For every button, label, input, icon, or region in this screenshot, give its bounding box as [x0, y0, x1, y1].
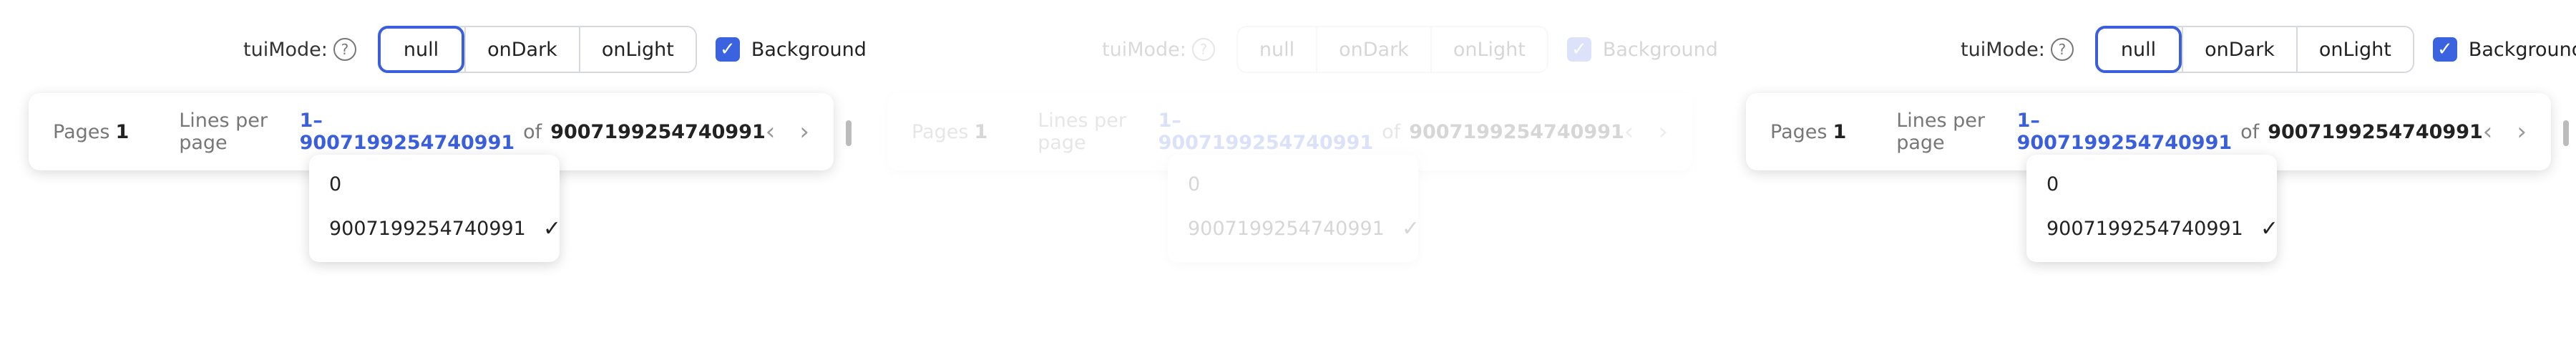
background-label: Background [1602, 38, 1718, 61]
segment-onlight[interactable]: onLight [578, 27, 696, 72]
total-count: 9007199254740991 [1409, 120, 1624, 143]
of-label: of [1382, 120, 1401, 143]
mode-segmented-control: null onDark onLight [2094, 26, 2414, 73]
mode-segmented-control: null onDark onLight [1236, 26, 1548, 73]
background-label: Background [2468, 38, 2576, 61]
background-checkbox[interactable]: ✓ [715, 37, 740, 62]
segment-null[interactable]: null [2094, 26, 2182, 73]
dropdown-option-label: 0 [329, 173, 342, 195]
lines-per-page-label: Lines per page [1896, 110, 1986, 154]
segment-ondark[interactable]: onDark [1316, 27, 1430, 72]
background-toggle[interactable]: ✓ Background [2432, 37, 2576, 62]
dropdown-option-max[interactable]: 9007199254740991 ✓ [309, 206, 561, 251]
lines-range-select[interactable]: 1–9007199254740991 [2017, 110, 2233, 154]
lines-dropdown: 0 9007199254740991 ✓ [1168, 155, 1420, 262]
chevron-left-icon[interactable]: ‹ [766, 117, 776, 146]
tuimode-label: tuiMode: [1102, 38, 1186, 61]
mode-segmented-control: null onDark onLight [377, 26, 697, 73]
background-checkbox[interactable]: ✓ [2432, 37, 2457, 62]
background-label: Background [751, 38, 867, 61]
dropdown-option-max[interactable]: 9007199254740991 ✓ [1168, 206, 1420, 251]
help-icon[interactable]: ? [2050, 38, 2074, 61]
lines-per-page-label: Lines per page [1038, 110, 1127, 154]
page-nav: ‹ › [1624, 117, 1668, 146]
help-icon[interactable]: ? [333, 38, 356, 61]
segment-null[interactable]: null [377, 26, 465, 73]
segment-ondark[interactable]: onDark [464, 27, 579, 72]
lines-range-select[interactable]: 1–9007199254740991 [300, 110, 515, 154]
pages-value: 1 [1833, 120, 1847, 143]
check-icon: ✓ [2260, 216, 2278, 241]
pages-label: Pages [53, 120, 110, 143]
mode-toolbar: tuiMode: ? null onDark onLight ✓ Backgro… [243, 26, 867, 73]
dropdown-option-0[interactable]: 0 [1168, 162, 1418, 206]
pages-label: Pages [912, 120, 969, 143]
tuimode-label: tuiMode: [243, 38, 328, 61]
chevron-left-icon[interactable]: ‹ [2483, 117, 2493, 146]
mode-toolbar: tuiMode: ? null onDark onLight ✓ Backgro… [1102, 26, 1718, 73]
help-icon[interactable]: ? [1191, 38, 1215, 61]
pages-value: 1 [974, 120, 988, 143]
tuimode-label: tuiMode: [1961, 38, 2045, 61]
check-icon: ✓ [542, 216, 561, 241]
scrollbar-handle[interactable] [2563, 120, 2569, 146]
page-nav: ‹ › [766, 117, 809, 146]
dropdown-option-label: 0 [2046, 173, 2059, 195]
segment-ondark[interactable]: onDark [2182, 27, 2296, 72]
mode-toolbar: tuiMode: ? null onDark onLight ✓ Backgro… [1961, 26, 2576, 73]
dropdown-option-0[interactable]: 0 [2026, 162, 2277, 206]
dropdown-option-max[interactable]: 9007199254740991 ✓ [2026, 206, 2278, 251]
dropdown-option-label: 9007199254740991 [1188, 217, 1385, 240]
page-nav: ‹ › [2483, 117, 2527, 146]
lines-dropdown: 0 9007199254740991 ✓ [309, 155, 561, 262]
segment-onlight[interactable]: onLight [1430, 27, 1547, 72]
chevron-right-icon[interactable]: › [2517, 117, 2527, 146]
chevron-left-icon[interactable]: ‹ [1624, 117, 1634, 146]
pages-value: 1 [115, 120, 130, 143]
dropdown-option-0[interactable]: 0 [309, 162, 560, 206]
of-label: of [523, 120, 542, 143]
chevron-right-icon[interactable]: › [1658, 117, 1668, 146]
lines-per-page-label: Lines per page [179, 110, 268, 154]
segment-onlight[interactable]: onLight [2296, 27, 2413, 72]
check-icon: ✓ [1401, 216, 1420, 241]
demo-panel-1: tuiMode: ? null onDark onLight ✓ Backgro… [0, 0, 867, 358]
lines-dropdown: 0 9007199254740991 ✓ [2026, 155, 2278, 262]
background-checkbox[interactable]: ✓ [1566, 37, 1591, 62]
background-toggle[interactable]: ✓ Background [1566, 37, 1718, 62]
chevron-right-icon[interactable]: › [799, 117, 809, 146]
dropdown-option-label: 9007199254740991 [2046, 217, 2243, 240]
dropdown-option-label: 0 [1188, 173, 1201, 195]
segment-null[interactable]: null [1238, 27, 1316, 72]
pages-label: Pages [1770, 120, 1828, 143]
demo-panel-2: tuiMode: ? null onDark onLight ✓ Backgro… [859, 0, 1718, 358]
total-count: 9007199254740991 [2268, 120, 2483, 143]
dropdown-option-label: 9007199254740991 [329, 217, 526, 240]
demo-panel-3: tuiMode: ? null onDark onLight ✓ Backgro… [1717, 0, 2576, 358]
of-label: of [2240, 120, 2260, 143]
total-count: 9007199254740991 [550, 120, 766, 143]
scrollbar-handle[interactable] [846, 120, 852, 146]
background-toggle[interactable]: ✓ Background [715, 37, 867, 62]
lines-range-select[interactable]: 1–9007199254740991 [1158, 110, 1374, 154]
